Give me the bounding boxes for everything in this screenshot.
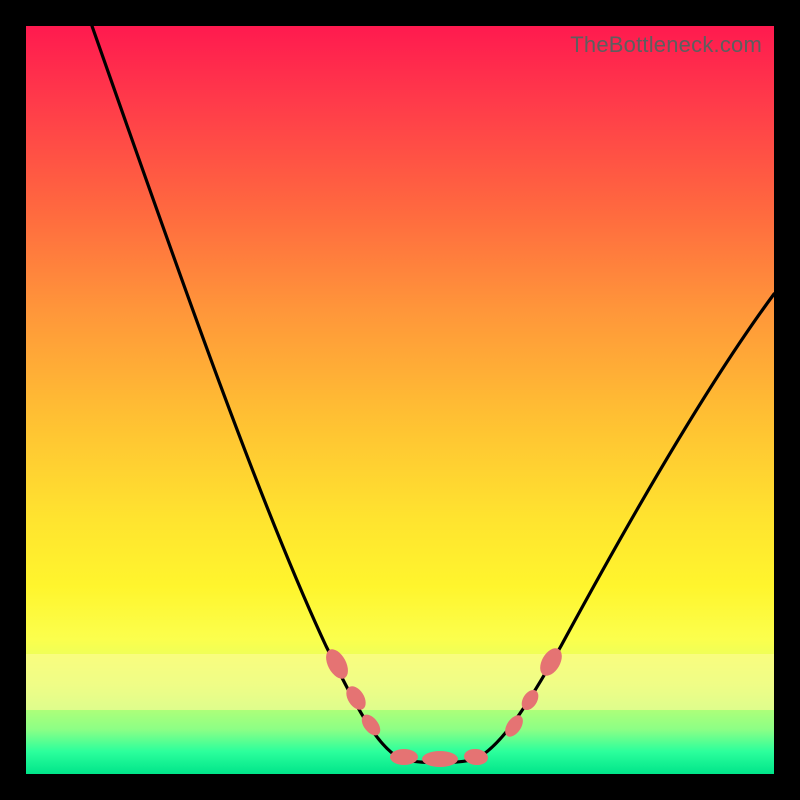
curve-right-branch <box>476 294 774 759</box>
curve-marker <box>422 751 458 767</box>
curve-left-branch <box>92 26 401 759</box>
chart-svg <box>26 26 774 774</box>
watermark-text: TheBottleneck.com <box>570 32 762 58</box>
curve-marker <box>322 646 353 683</box>
curve-marker <box>501 712 526 740</box>
chart-stage: TheBottleneck.com <box>0 0 800 800</box>
curve-marker <box>390 749 418 765</box>
curve-marker <box>463 748 489 766</box>
marker-group <box>322 645 567 767</box>
chart-plot-area: TheBottleneck.com <box>26 26 774 774</box>
curve-marker <box>536 645 567 680</box>
